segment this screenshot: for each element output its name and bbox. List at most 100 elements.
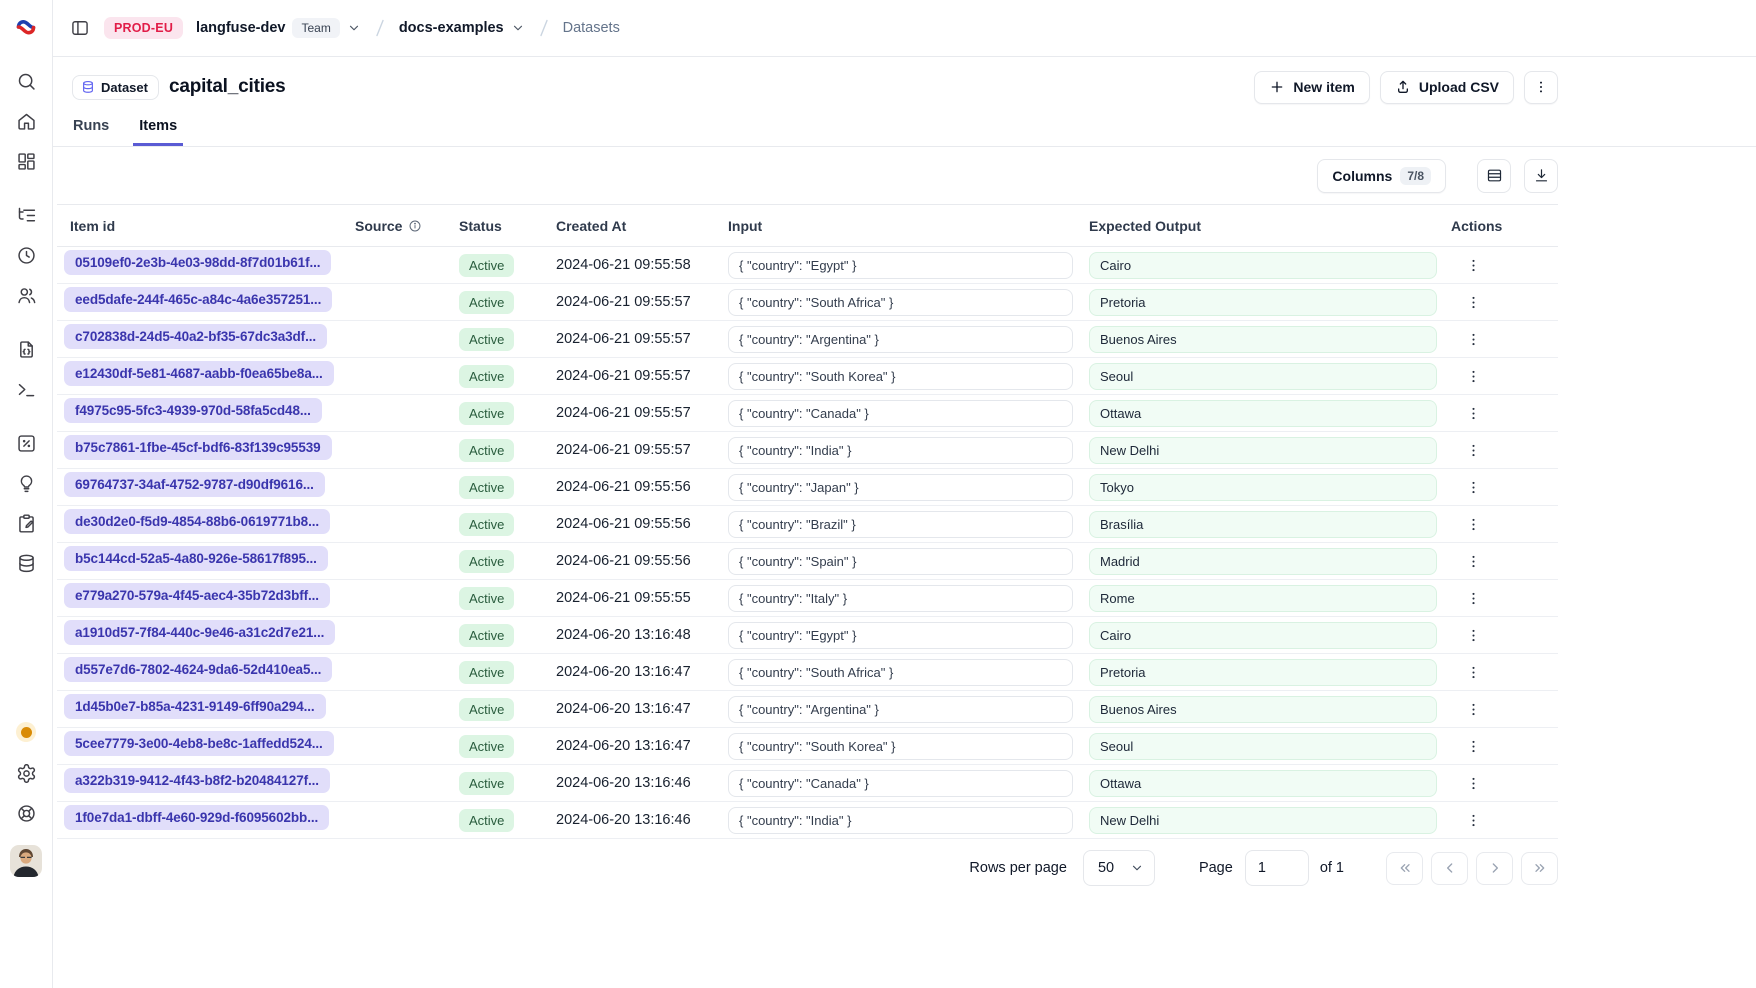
langfuse-logo[interactable] [14, 15, 38, 39]
expected-output-cell[interactable]: Buenos Aires [1089, 696, 1437, 723]
expected-output-cell[interactable]: Pretoria [1089, 659, 1437, 686]
prompts-file-code-icon[interactable] [8, 331, 44, 367]
table-row[interactable]: f4975c95-5fc3-4939-970d-58fa5cd48... Act… [57, 395, 1558, 432]
expected-output-cell[interactable]: Rome [1089, 585, 1437, 612]
item-id-link[interactable]: de30d2e0-f5d9-4854-88b6-0619771b8... [64, 509, 330, 534]
table-row[interactable]: 69764737-34af-4752-9787-d90df9616... Act… [57, 469, 1558, 506]
row-actions-kebab-icon[interactable] [1459, 621, 1487, 649]
breadcrumb-current-page[interactable]: Datasets [563, 20, 620, 36]
table-row[interactable]: eed5dafe-244f-465c-a84c-4a6e357251... Ac… [57, 284, 1558, 321]
expected-output-cell[interactable]: Cairo [1089, 252, 1437, 279]
item-id-link[interactable]: c702838d-24d5-40a2-bf35-67dc3a3df... [64, 324, 327, 349]
table-row[interactable]: e779a270-579a-4f45-aec4-35b72d3bff... Ac… [57, 580, 1558, 617]
item-id-link[interactable]: b5c144cd-52a5-4a80-926e-58617f895... [64, 546, 328, 571]
table-row[interactable]: a1910d57-7f84-440c-9e46-a31c2d7e21... Ac… [57, 617, 1558, 654]
row-actions-kebab-icon[interactable] [1459, 658, 1487, 686]
sidebar-toggle-icon[interactable] [65, 13, 95, 43]
expected-output-cell[interactable]: Seoul [1089, 733, 1437, 760]
item-id-link[interactable]: b75c7861-1fbe-45cf-bdf6-83f139c95539 [64, 435, 332, 460]
expected-output-cell[interactable]: Tokyo [1089, 474, 1437, 501]
table-row[interactable]: 5cee7779-3e00-4eb8-be8c-1affedd524... Ac… [57, 728, 1558, 765]
playground-terminal-icon[interactable] [8, 371, 44, 407]
last-page-icon[interactable] [1521, 852, 1558, 885]
row-actions-kebab-icon[interactable] [1459, 806, 1487, 834]
support-lifebuoy-icon[interactable] [8, 795, 44, 831]
row-actions-kebab-icon[interactable] [1459, 436, 1487, 464]
sessions-clock-icon[interactable] [8, 237, 44, 273]
expected-output-cell[interactable]: Buenos Aires [1089, 326, 1437, 353]
new-item-button[interactable]: New item [1254, 71, 1369, 104]
info-icon[interactable] [408, 219, 422, 233]
expected-output-cell[interactable]: New Delhi [1089, 437, 1437, 464]
item-id-link[interactable]: 1f0e7da1-dbff-4e60-929d-f6095602bb... [64, 805, 329, 830]
item-id-link[interactable]: e779a270-579a-4f45-aec4-35b72d3bff... [64, 583, 330, 608]
row-actions-kebab-icon[interactable] [1459, 547, 1487, 575]
search-icon[interactable] [8, 63, 44, 99]
table-row[interactable]: de30d2e0-f5d9-4854-88b6-0619771b8... Act… [57, 506, 1558, 543]
input-cell[interactable]: { "country": "South Africa" } [728, 659, 1073, 686]
next-page-icon[interactable] [1476, 852, 1513, 885]
row-actions-kebab-icon[interactable] [1459, 510, 1487, 538]
table-row[interactable]: c702838d-24d5-40a2-bf35-67dc3a3df... Act… [57, 321, 1558, 358]
tracing-list-tree-icon[interactable] [8, 197, 44, 233]
item-id-link[interactable]: d557e7d6-7802-4624-9da6-52d410ea5... [64, 657, 332, 682]
table-row[interactable]: b5c144cd-52a5-4a80-926e-58617f895... Act… [57, 543, 1558, 580]
input-cell[interactable]: { "country": "Brazil" } [728, 511, 1073, 538]
input-cell[interactable]: { "country": "India" } [728, 437, 1073, 464]
row-actions-kebab-icon[interactable] [1459, 399, 1487, 427]
input-cell[interactable]: { "country": "Argentina" } [728, 696, 1073, 723]
item-id-link[interactable]: f4975c95-5fc3-4939-970d-58fa5cd48... [64, 398, 322, 423]
row-height-icon[interactable] [1477, 159, 1511, 193]
page-number-input[interactable] [1245, 850, 1309, 886]
item-id-link[interactable]: eed5dafe-244f-465c-a84c-4a6e357251... [64, 287, 332, 312]
row-actions-kebab-icon[interactable] [1459, 251, 1487, 279]
input-cell[interactable]: { "country": "Italy" } [728, 585, 1073, 612]
upload-csv-button[interactable]: Upload CSV [1380, 71, 1514, 104]
tab-runs[interactable]: Runs [73, 118, 109, 146]
expected-output-cell[interactable]: Madrid [1089, 548, 1437, 575]
home-icon[interactable] [8, 103, 44, 139]
table-row[interactable]: e12430df-5e81-4687-aabb-f0ea65be8a... Ac… [57, 358, 1558, 395]
item-id-link[interactable]: e12430df-5e81-4687-aabb-f0ea65be8a... [64, 361, 334, 386]
dashboard-grid-icon[interactable] [8, 143, 44, 179]
org-selector[interactable]: langfuse-dev Team [192, 18, 361, 38]
first-page-icon[interactable] [1386, 852, 1423, 885]
expected-output-cell[interactable]: Brasília [1089, 511, 1437, 538]
datasets-database-icon[interactable] [8, 545, 44, 581]
input-cell[interactable]: { "country": "Egypt" } [728, 622, 1073, 649]
input-cell[interactable]: { "country": "South Korea" } [728, 363, 1073, 390]
users-icon[interactable] [8, 277, 44, 313]
rows-per-page-select[interactable]: 50 [1083, 850, 1155, 886]
project-selector[interactable]: docs-examples [399, 20, 525, 36]
settings-gear-icon[interactable] [8, 755, 44, 791]
item-id-link[interactable]: 5cee7779-3e00-4eb8-be8c-1affedd524... [64, 731, 334, 756]
table-row[interactable]: 1d45b0e7-b85a-4231-9149-6ff90a294... Act… [57, 691, 1558, 728]
row-actions-kebab-icon[interactable] [1459, 325, 1487, 353]
table-row[interactable]: a322b319-9412-4f43-b8f2-b20484127f... Ac… [57, 765, 1558, 802]
expected-output-cell[interactable]: Cairo [1089, 622, 1437, 649]
row-actions-kebab-icon[interactable] [1459, 732, 1487, 760]
notification-dot-icon[interactable] [8, 714, 44, 750]
input-cell[interactable]: { "country": "Argentina" } [728, 326, 1073, 353]
table-row[interactable]: d557e7d6-7802-4624-9da6-52d410ea5... Act… [57, 654, 1558, 691]
columns-button[interactable]: Columns 7/8 [1317, 159, 1446, 193]
input-cell[interactable]: { "country": "India" } [728, 807, 1073, 834]
input-cell[interactable]: { "country": "Canada" } [728, 400, 1073, 427]
row-actions-kebab-icon[interactable] [1459, 584, 1487, 612]
annotation-clipboard-pen-icon[interactable] [8, 505, 44, 541]
input-cell[interactable]: { "country": "Canada" } [728, 770, 1073, 797]
row-actions-kebab-icon[interactable] [1459, 362, 1487, 390]
item-id-link[interactable]: a1910d57-7f84-440c-9e46-a31c2d7e21... [64, 620, 335, 645]
input-cell[interactable]: { "country": "Japan" } [728, 474, 1073, 501]
expected-output-cell[interactable]: Ottawa [1089, 770, 1437, 797]
input-cell[interactable]: { "country": "South Korea" } [728, 733, 1073, 760]
evaluators-percent-icon[interactable] [8, 425, 44, 461]
item-id-link[interactable]: a322b319-9412-4f43-b8f2-b20484127f... [64, 768, 330, 793]
chevron-down-icon[interactable] [347, 21, 361, 35]
item-id-link[interactable]: 69764737-34af-4752-9787-d90df9616... [64, 472, 325, 497]
input-cell[interactable]: { "country": "Spain" } [728, 548, 1073, 575]
table-row[interactable]: 05109ef0-2e3b-4e03-98dd-8f7d01b61f... Ac… [57, 247, 1558, 284]
tab-items[interactable]: Items [139, 118, 177, 146]
item-id-link[interactable]: 05109ef0-2e3b-4e03-98dd-8f7d01b61f... [64, 250, 331, 275]
row-actions-kebab-icon[interactable] [1459, 695, 1487, 723]
